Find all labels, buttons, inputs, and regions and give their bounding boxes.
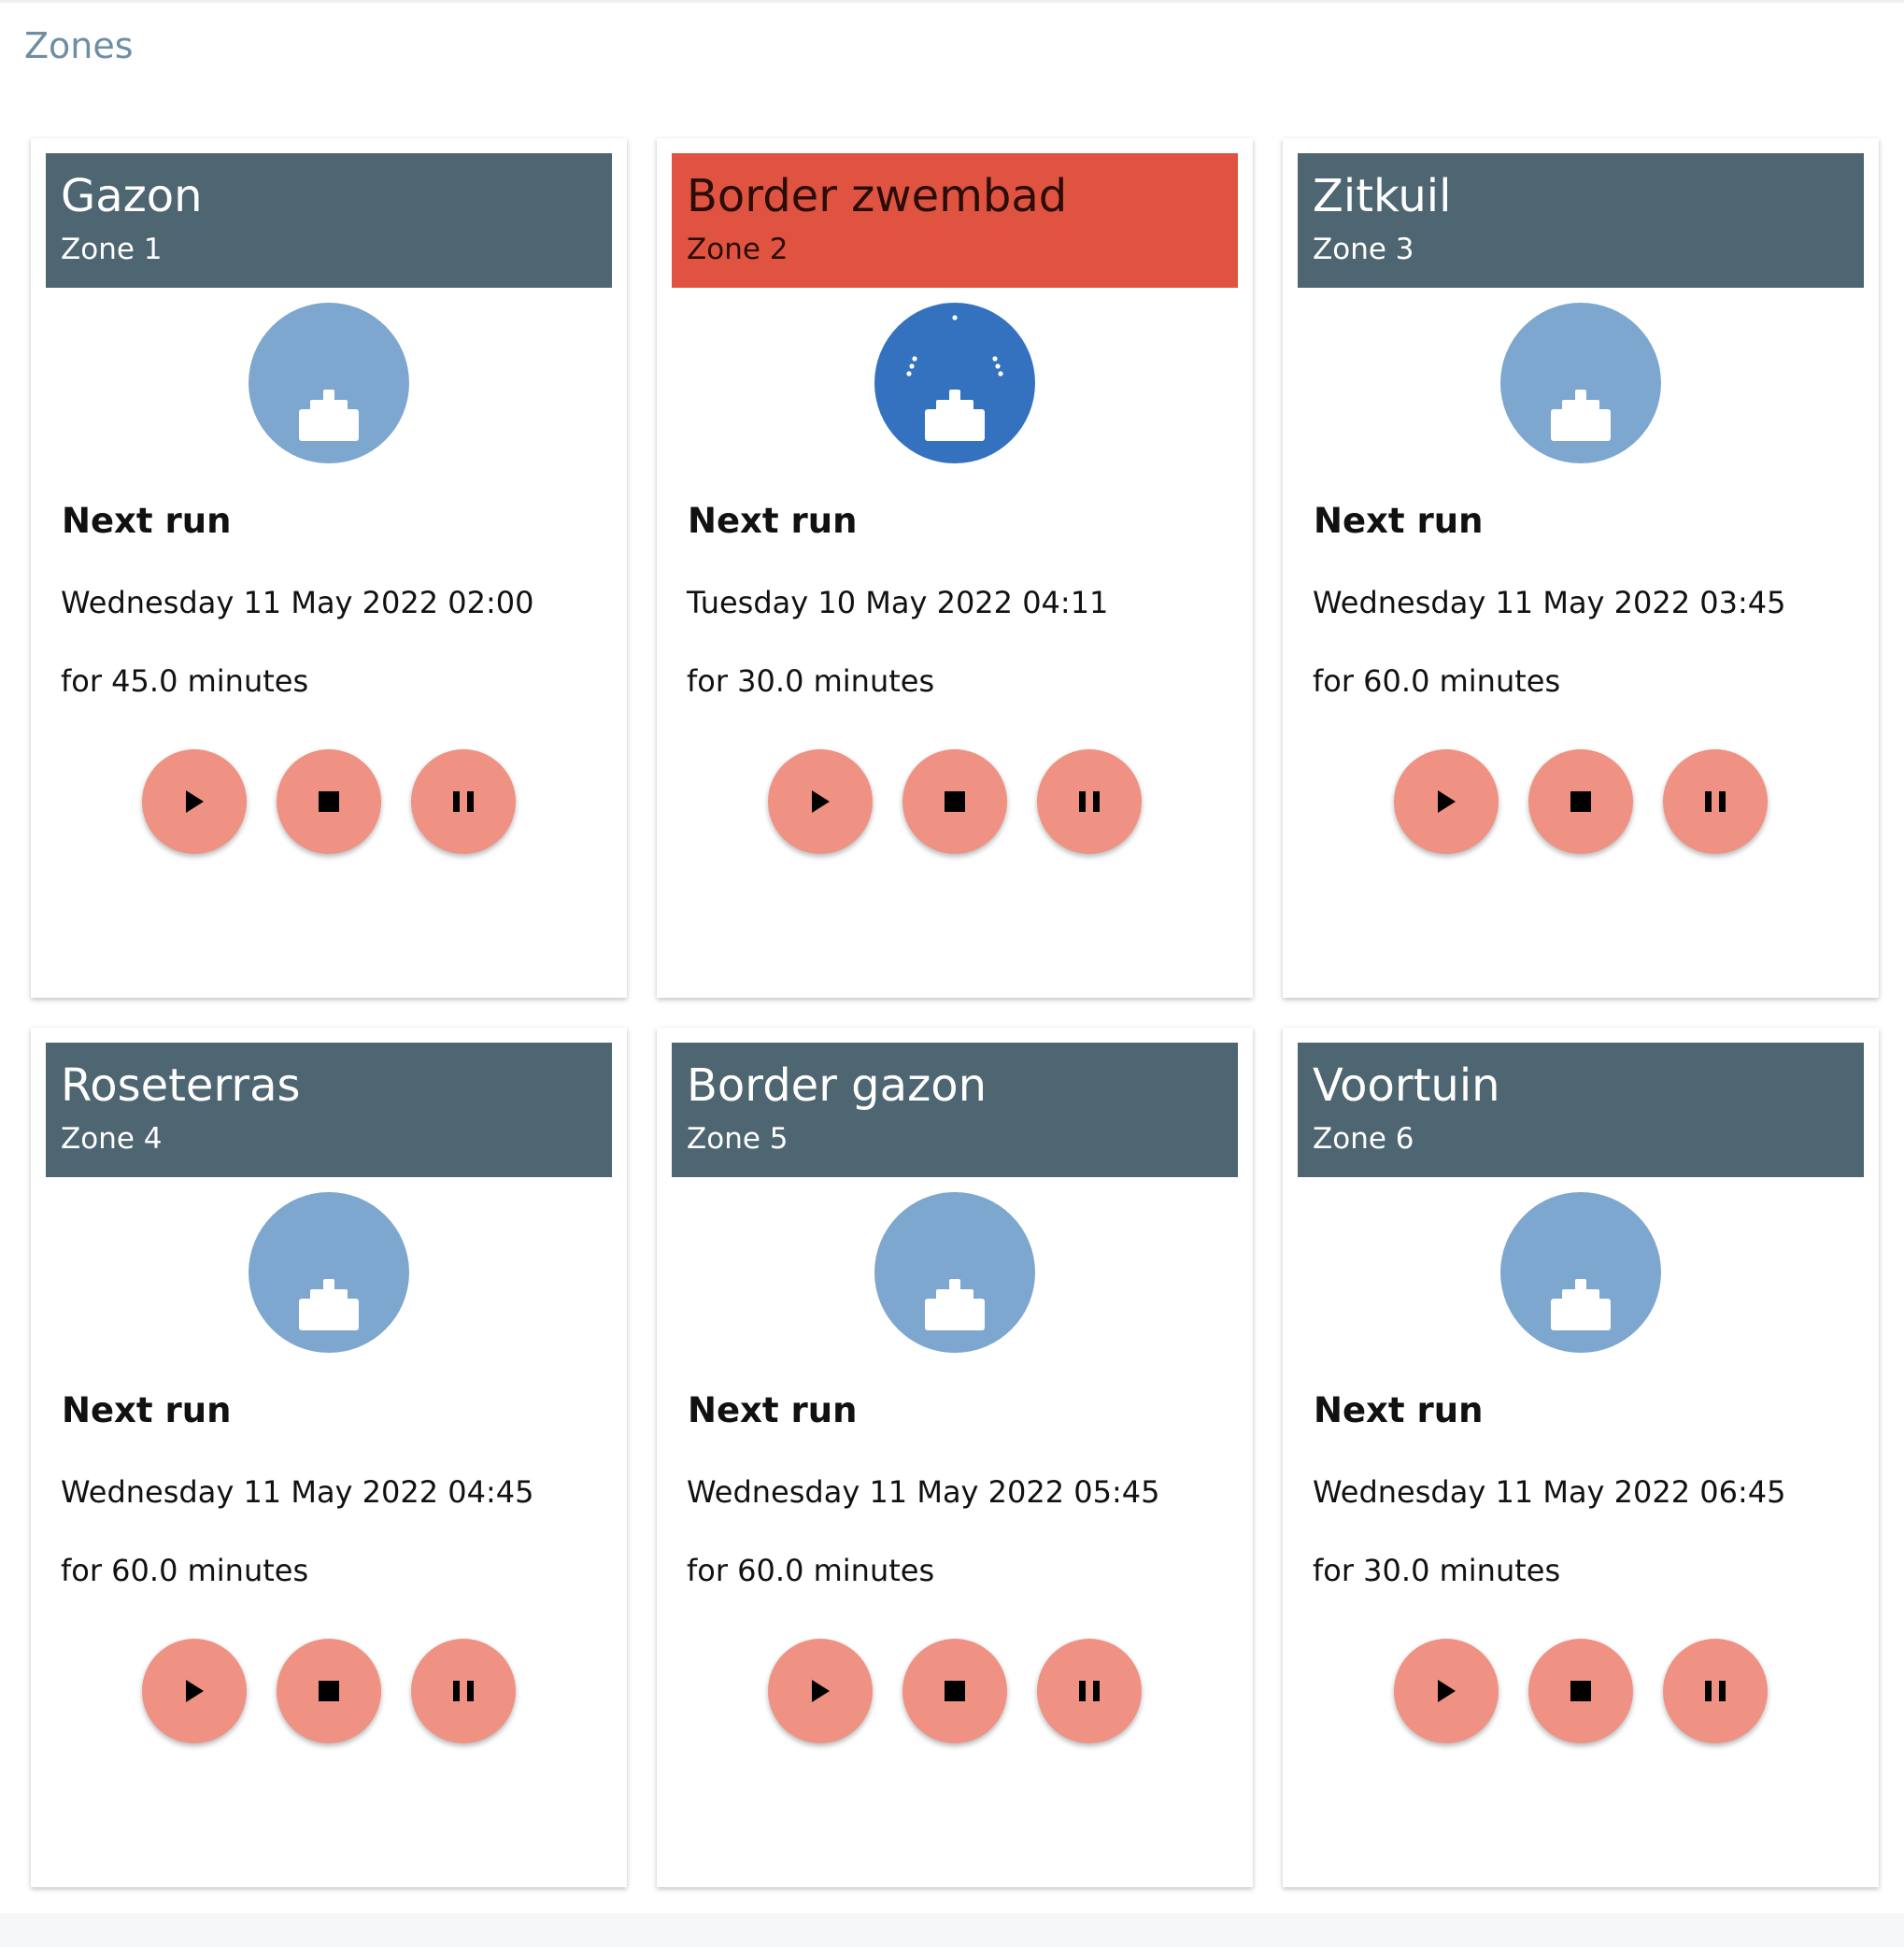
stop-button[interactable] xyxy=(902,1639,1007,1743)
pause-button[interactable] xyxy=(411,749,516,854)
zone-number: Zone 2 xyxy=(687,233,789,266)
zone-controls xyxy=(1394,1639,1768,1743)
next-run-date: Wednesday 11 May 2022 03:45 xyxy=(1313,585,1786,620)
zone-header: Gazon Zone 1 xyxy=(46,153,612,288)
play-button[interactable] xyxy=(142,1639,247,1743)
stop-button[interactable] xyxy=(1528,749,1633,854)
stop-button[interactable] xyxy=(277,1639,381,1743)
zone-name: Gazon xyxy=(61,170,203,222)
zone-number: Zone 3 xyxy=(1313,233,1414,266)
zone-name: Border gazon xyxy=(687,1059,988,1112)
next-run-duration: for 30.0 minutes xyxy=(687,663,935,699)
zone-header: Border gazon Zone 5 xyxy=(672,1043,1238,1177)
zone-card: Zitkuil Zone 3 Next run Wednesday 11 May… xyxy=(1283,138,1879,998)
zone-header: Border zwembad Zone 2 xyxy=(672,153,1238,288)
sprinkler-icon xyxy=(1500,1192,1661,1353)
next-run-duration: for 30.0 minutes xyxy=(1313,1553,1561,1588)
next-run-duration: for 60.0 minutes xyxy=(687,1553,935,1588)
sprinkler-icon xyxy=(249,1192,409,1353)
zones-page: Zones Gazon Zone 1 Next run Wednesday 11… xyxy=(0,0,1904,1913)
pause-button[interactable] xyxy=(1037,749,1142,854)
next-run-duration: for 60.0 minutes xyxy=(61,1553,309,1588)
zone-card: Voortuin Zone 6 Next run Wednesday 11 Ma… xyxy=(1283,1028,1879,1887)
zone-header: Voortuin Zone 6 xyxy=(1298,1043,1864,1177)
zone-card: Roseterras Zone 4 Next run Wednesday 11 … xyxy=(31,1028,627,1887)
sprinkler-icon xyxy=(1500,303,1661,463)
zone-number: Zone 6 xyxy=(1313,1122,1414,1156)
zone-name: Voortuin xyxy=(1313,1059,1500,1112)
zone-number: Zone 4 xyxy=(61,1122,163,1156)
next-run-label: Next run xyxy=(62,1390,232,1430)
next-run-date: Wednesday 11 May 2022 04:45 xyxy=(61,1474,534,1510)
next-run-date: Wednesday 11 May 2022 05:45 xyxy=(687,1474,1160,1510)
zone-card: Gazon Zone 1 Next run Wednesday 11 May 2… xyxy=(31,138,627,998)
zone-card: Border gazon Zone 5 Next run Wednesday 1… xyxy=(657,1028,1253,1887)
next-run-duration: for 45.0 minutes xyxy=(61,663,309,699)
next-run-label: Next run xyxy=(1314,501,1484,541)
next-run-duration: for 60.0 minutes xyxy=(1313,663,1561,699)
play-button[interactable] xyxy=(142,749,247,854)
play-button[interactable] xyxy=(768,1639,873,1743)
stop-button[interactable] xyxy=(277,749,381,854)
play-button[interactable] xyxy=(768,749,873,854)
next-run-label: Next run xyxy=(688,501,858,541)
next-run-date: Tuesday 10 May 2022 04:11 xyxy=(687,585,1109,620)
play-button[interactable] xyxy=(1394,749,1499,854)
zone-controls xyxy=(142,749,516,854)
pause-button[interactable] xyxy=(1663,1639,1768,1743)
pause-button[interactable] xyxy=(1037,1639,1142,1743)
zone-number: Zone 5 xyxy=(687,1122,789,1156)
page-title: Zones xyxy=(24,25,134,66)
next-run-date: Wednesday 11 May 2022 06:45 xyxy=(1313,1474,1786,1510)
play-button[interactable] xyxy=(1394,1639,1499,1743)
pause-button[interactable] xyxy=(411,1639,516,1743)
zone-controls xyxy=(1394,749,1768,854)
zone-header: Roseterras Zone 4 xyxy=(46,1043,612,1177)
sprinkler-icon xyxy=(874,1192,1035,1353)
zone-card: Border zwembad Zone 2 Next run Tuesday 1… xyxy=(657,138,1253,998)
zone-header: Zitkuil Zone 3 xyxy=(1298,153,1864,288)
sprinkler-icon xyxy=(874,303,1035,463)
stop-button[interactable] xyxy=(1528,1639,1633,1743)
zone-name: Border zwembad xyxy=(687,170,1068,222)
zone-name: Zitkuil xyxy=(1313,170,1452,222)
zone-controls xyxy=(768,1639,1142,1743)
zone-controls xyxy=(142,1639,516,1743)
next-run-date: Wednesday 11 May 2022 02:00 xyxy=(61,585,534,620)
next-run-label: Next run xyxy=(62,501,232,541)
next-run-label: Next run xyxy=(688,1390,858,1430)
zone-controls xyxy=(768,749,1142,854)
next-run-label: Next run xyxy=(1314,1390,1484,1430)
zone-name: Roseterras xyxy=(61,1059,301,1112)
sprinkler-icon xyxy=(249,303,409,463)
stop-button[interactable] xyxy=(902,749,1007,854)
zone-number: Zone 1 xyxy=(61,233,163,266)
pause-button[interactable] xyxy=(1663,749,1768,854)
zone-grid: Gazon Zone 1 Next run Wednesday 11 May 2… xyxy=(31,138,1879,1887)
